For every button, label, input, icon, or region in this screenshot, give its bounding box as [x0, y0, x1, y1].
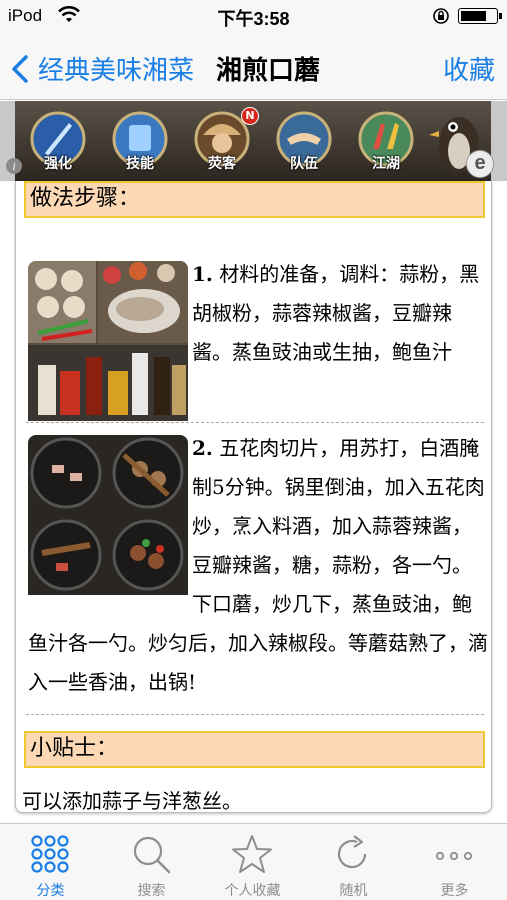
back-button[interactable]: 经典美味湘菜 [10, 50, 194, 87]
search-icon [133, 836, 171, 874]
step-text: 材料的准备，调料：蒜粉，黑胡椒粉，蒜蓉辣椒酱，豆瓣辣酱。蒸鱼豉油或生抽，鲍鱼汁 [192, 262, 480, 364]
favorite-button[interactable]: 收藏 [443, 50, 495, 87]
more-icon [435, 851, 473, 861]
step-item: 1. 材料的准备，调料：蒜粉，黑胡椒粉，蒜蓉辣椒酱，豆瓣辣酱。蒸鱼豉油或生抽，鲍… [28, 255, 488, 434]
orientation-lock-icon [433, 8, 449, 24]
new-badge: N [241, 107, 259, 125]
step-divider [26, 422, 484, 423]
banner-item-skill[interactable]: 技能 [107, 109, 173, 175]
navigation-bar: 经典美味湘菜 湘煎口蘑 收藏 [0, 32, 507, 100]
banner-item-label: 江湖 [372, 156, 400, 172]
banner-item-label: 荧客 [208, 156, 236, 172]
tab-more[interactable]: 更多 [404, 824, 505, 900]
banner-item-label: 队伍 [290, 156, 318, 172]
tab-label: 随机 [339, 883, 368, 899]
tab-label: 分类 [36, 883, 65, 899]
step-1-photo [28, 261, 188, 434]
tips-header: 小贴士： [24, 731, 485, 768]
banner-item-team[interactable]: 队伍 [271, 109, 337, 175]
ad-banner-image[interactable]: 强化 技能 N 荧客 队伍 江湖 [15, 101, 491, 181]
tab-search[interactable]: 搜索 [101, 824, 202, 900]
ad-info-icon[interactable]: i [6, 158, 22, 174]
tab-label: 个人收藏 [224, 883, 281, 899]
step-number: 1. [192, 262, 213, 286]
step-item: 2. 五花肉切片，用苏打，白酒腌制5分钟。锅里倒油，加入五花肉炒，烹入料酒，加入… [28, 429, 488, 702]
tab-bar: 分类 搜索 个人收藏 随机 更多 [0, 823, 507, 900]
star-icon [232, 835, 272, 873]
battery-icon [458, 8, 502, 24]
tips-text: 可以添加蒜子与洋葱丝。 [22, 789, 242, 813]
page-title: 湘煎口蘑 [216, 56, 321, 86]
ad-close-icon[interactable]: e [466, 150, 494, 178]
recipe-content-card: 做法步骤： 1. 材料的准备，调料：蒜粉，黑胡椒粉，蒜蓉辣椒酱，豆瓣辣酱。蒸鱼豉… [15, 181, 492, 813]
tab-label: 更多 [440, 883, 469, 899]
status-time: 下午3:58 [217, 9, 290, 29]
step-divider [26, 714, 484, 715]
banner-item-world[interactable]: 江湖 [353, 109, 419, 175]
chevron-left-icon [12, 54, 28, 83]
back-button-label: 经典美味湘菜 [38, 56, 195, 86]
step-number: 2. [192, 436, 213, 460]
banner-item-hero[interactable]: N 荧客 [189, 107, 259, 175]
refresh-icon [337, 835, 367, 869]
steps-header: 做法步骤： [24, 181, 485, 218]
banner-item-label: 强化 [44, 156, 72, 172]
step-2-photo [28, 435, 188, 608]
banner-item-label: 技能 [126, 156, 154, 172]
tab-random[interactable]: 随机 [303, 824, 404, 900]
tab-categories[interactable]: 分类 [0, 824, 101, 900]
grid-icon [31, 835, 69, 873]
status-bar: iPod 下午3:58 [0, 0, 507, 32]
banner-item-strengthen[interactable]: 强化 [25, 109, 91, 175]
tab-label: 搜索 [137, 883, 166, 899]
tab-favorites[interactable]: 个人收藏 [202, 824, 303, 900]
ad-banner[interactable]: 强化 技能 N 荧客 队伍 江湖 i e [0, 101, 507, 181]
